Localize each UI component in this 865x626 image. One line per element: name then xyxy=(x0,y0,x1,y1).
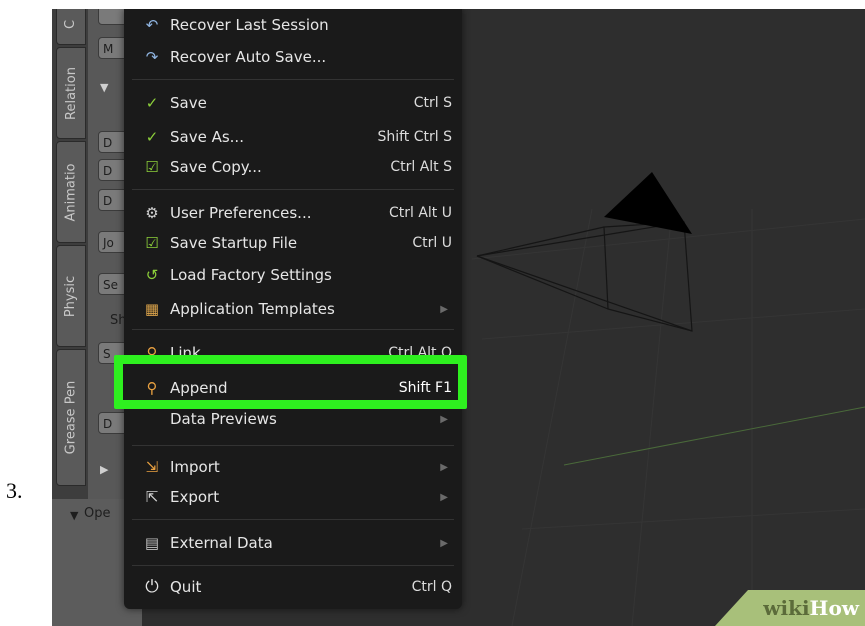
menu-item-application-templates[interactable]: ▦ Application Templates ▶ xyxy=(124,295,462,323)
menu-separator xyxy=(132,445,454,446)
operator-panel-label: Ope xyxy=(84,506,111,521)
menu-item-data-previews[interactable]: Data Previews ▶ xyxy=(124,405,462,433)
submenu-arrow-icon: ▶ xyxy=(440,537,448,549)
menu-separator xyxy=(132,189,454,190)
menu-item-save[interactable]: ✓ Save Ctrl S xyxy=(124,89,462,117)
import-icon: ⇲ xyxy=(145,458,159,476)
append-icon: ⚲ xyxy=(146,379,158,397)
tab-c[interactable]: C xyxy=(56,9,86,45)
menu-item-user-preferences[interactable]: ⚙ User Preferences... Ctrl Alt U xyxy=(124,199,462,227)
power-icon: ⏻ xyxy=(145,577,159,597)
menu-item-import[interactable]: ⇲ Import ▶ xyxy=(124,453,462,481)
submenu-arrow-icon: ▶ xyxy=(440,491,448,503)
menu-item-save-startup-file[interactable]: ☑ Save Startup File Ctrl U xyxy=(124,229,462,257)
menu-item-recover-last-session[interactable]: ↶ Recover Last Session xyxy=(124,11,462,39)
submenu-arrow-icon: ▶ xyxy=(440,303,448,315)
submenu-arrow-icon: ▶ xyxy=(440,461,448,473)
menu-separator xyxy=(132,79,454,80)
submenu-arrow-icon: ▶ xyxy=(440,413,448,425)
external-data-icon: ▤ xyxy=(144,534,160,552)
menu-item-save-as[interactable]: ✓ Save As... Shift Ctrl S xyxy=(124,123,462,151)
save-copy-icon: ☑ xyxy=(145,158,159,176)
menu-item-external-data[interactable]: ▤ External Data ▶ xyxy=(124,529,462,557)
menu-separator xyxy=(132,565,454,566)
tab-relation[interactable]: Relation xyxy=(56,47,86,139)
tab-physics[interactable]: Physic xyxy=(56,245,86,347)
preferences-icon: ⚙ xyxy=(145,204,159,222)
menu-item-recover-auto-save[interactable]: ↷ Recover Auto Save... xyxy=(124,43,462,71)
recover-autosave-icon: ↷ xyxy=(145,48,159,66)
panel-collapse-triangle[interactable]: ▼ xyxy=(100,81,108,94)
menu-item-load-factory-settings[interactable]: ↺ Load Factory Settings xyxy=(124,261,462,289)
menu-item-save-copy[interactable]: ☑ Save Copy... Ctrl Alt S xyxy=(124,153,462,181)
menu-item-export[interactable]: ⇱ Export ▶ xyxy=(124,483,462,511)
menu-separator xyxy=(132,329,454,330)
step-number: 3. xyxy=(6,478,23,503)
checkmark-icon: ✓ xyxy=(145,94,159,112)
templates-icon: ▦ xyxy=(144,300,160,318)
tool-tabs: C Relation Animatio Physic Grease Pen xyxy=(52,9,88,499)
file-menu: ↶ Recover Last Session ↷ Recover Auto Sa… xyxy=(124,9,462,609)
load-factory-icon: ↺ xyxy=(145,266,159,284)
menu-separator xyxy=(132,519,454,520)
tab-animation[interactable]: Animatio xyxy=(56,141,86,243)
menu-item-quit[interactable]: ⏻ Quit Ctrl Q xyxy=(124,573,462,601)
panel-expand-triangle[interactable]: ▶ xyxy=(100,463,108,476)
operator-collapse-triangle[interactable]: ▼ xyxy=(70,509,78,522)
export-icon: ⇱ xyxy=(145,488,159,506)
menu-item-append[interactable]: ⚲ Append Shift F1 xyxy=(124,374,462,402)
blender-screenshot: C Relation Animatio Physic Grease Pen M … xyxy=(52,9,865,626)
tab-grease-pencil[interactable]: Grease Pen xyxy=(56,349,86,486)
save-startup-icon: ☑ xyxy=(145,234,159,252)
save-as-icon: ✓ xyxy=(145,128,159,146)
recover-session-icon: ↶ xyxy=(145,16,159,34)
